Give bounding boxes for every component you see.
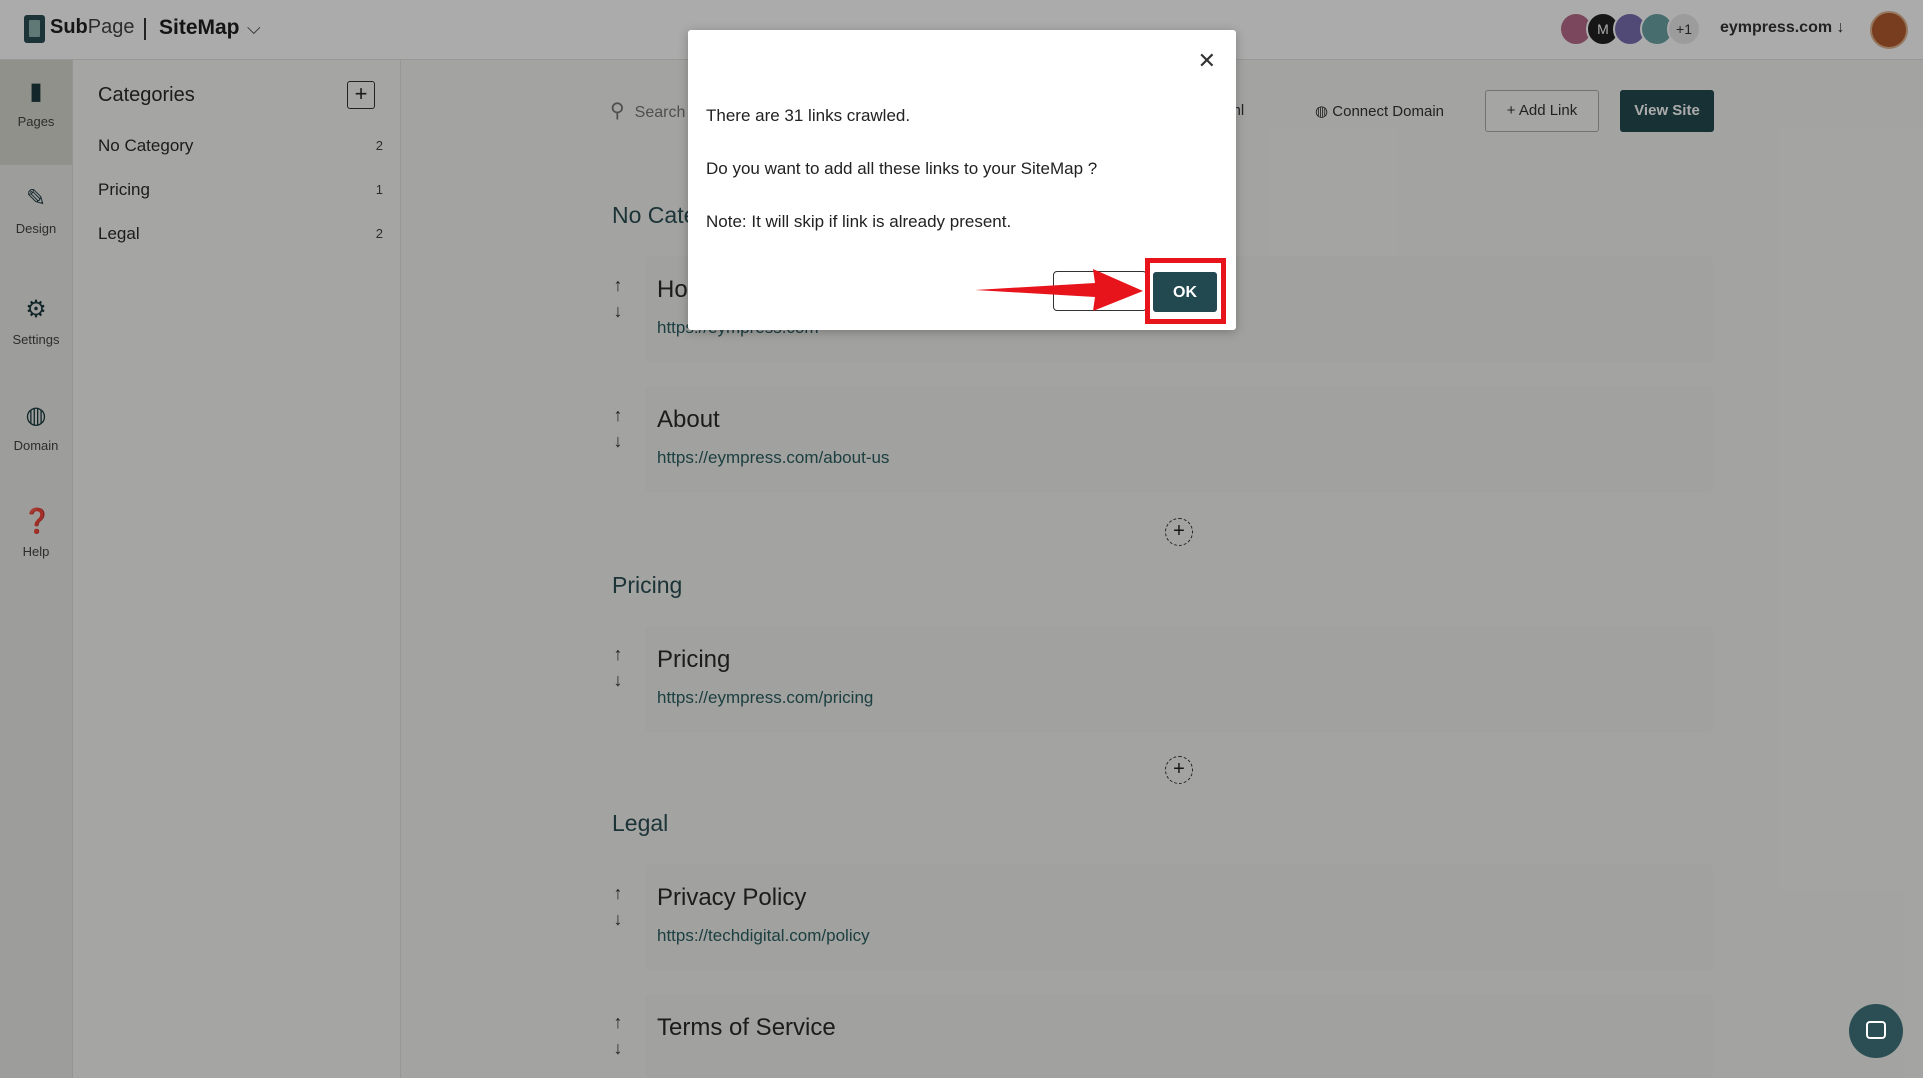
annotation-highlight-box — [1145, 258, 1226, 324]
dialog-message-question: Do you want to add all these links to yo… — [706, 159, 1098, 178]
dialog-message-count: There are 31 links crawled. — [706, 106, 911, 125]
annotation-arrow-icon — [975, 269, 1143, 311]
close-icon[interactable]: ✕ — [1198, 48, 1216, 74]
chat-support-button[interactable] — [1849, 1004, 1903, 1058]
dialog-message-note: Note: It will skip if link is already pr… — [706, 212, 1012, 231]
